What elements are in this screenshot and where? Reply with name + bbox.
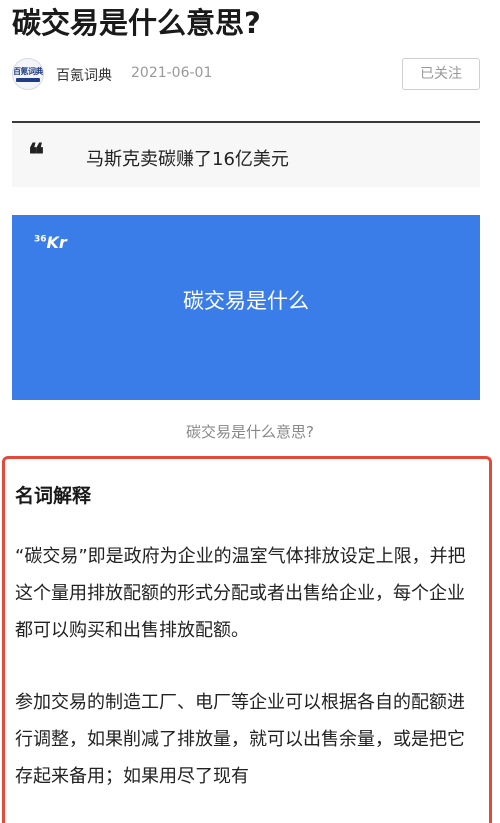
author-row: 百氪词典 百氪词典 2021-06-01 已关注: [0, 58, 500, 92]
explanation-section: 名词解释 “碳交易”即是政府为企业的温室气体排放设定上限，并把这个量用排放配额的…: [2, 456, 492, 823]
author-avatar[interactable]: 百氪词典: [12, 58, 44, 90]
explanation-paragraph-1: “碳交易”即是政府为企业的温室气体排放设定上限，并把这个量用排放配额的形式分配或…: [15, 546, 466, 641]
quote-text: 马斯克卖碳赚了16亿美元: [86, 149, 289, 170]
article-image[interactable]: 36Kr 碳交易是什么: [12, 215, 480, 400]
avatar-logo-bar: [16, 78, 40, 82]
quote-block: ❝ 马斯克卖碳赚了16亿美元: [12, 121, 480, 187]
image-caption: 碳交易是什么意思?: [186, 423, 314, 441]
banner-logo-main: Kr: [46, 233, 67, 252]
banner-logo-sup: 36: [34, 234, 47, 245]
banner-text: 碳交易是什么: [183, 289, 309, 313]
banner-logo: 36Kr: [34, 233, 67, 252]
post-date: 2021-06-01: [131, 65, 213, 81]
explanation-paragraph-2: 参加交易的制造工厂、电厂等企业可以根据各自的配额进行调整，如果削减了排放量，就可…: [15, 692, 465, 787]
article-title: 碳交易是什么意思?: [12, 6, 261, 40]
follow-button[interactable]: 已关注: [402, 58, 480, 90]
section-heading: 名词解释: [15, 485, 92, 507]
author-name[interactable]: 百氪词典: [56, 65, 112, 85]
avatar-logo-text: 百氪词典: [13, 67, 43, 76]
quote-icon: ❝: [28, 138, 45, 173]
